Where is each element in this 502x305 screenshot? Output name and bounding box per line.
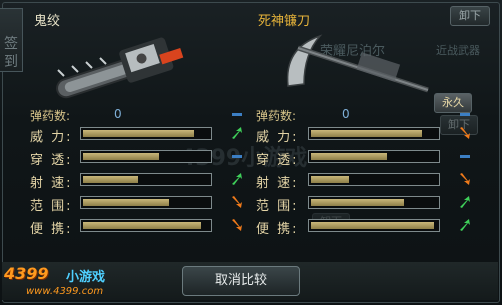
stat-bar-firerate-right xyxy=(308,173,440,186)
cancel-compare-button[interactable]: 取消比较 xyxy=(182,266,300,296)
stat-bar-firerate-left xyxy=(80,173,212,186)
arrow-up-icon xyxy=(460,219,470,231)
left-ammo-value: 0 xyxy=(114,107,122,121)
site-logo: 4399 小游戏 www.4399.com xyxy=(4,262,132,302)
right-ammo-label: 弹药数: xyxy=(256,109,297,123)
logo-url-text: www.4399.com xyxy=(26,286,104,297)
stat-fill xyxy=(311,199,404,206)
stat-fill xyxy=(311,176,349,183)
chainsaw-weapon-image xyxy=(56,37,184,99)
stat-label-penetration: 穿 透: xyxy=(30,153,73,168)
background-weapon-type: 近战武器 xyxy=(436,44,480,57)
scythe-weapon-image xyxy=(286,34,429,93)
stat-label-penetration-right: 穿 透: xyxy=(256,153,299,168)
dash-icon xyxy=(460,155,470,158)
stat-label-firerate: 射 速: xyxy=(30,176,73,191)
compare-panel: 签 到 鬼绞 荣耀尼泊尔 近战武器 死神镰刀 卸下 永久 卸下 卸下 4399小… xyxy=(0,0,502,305)
stat-fill xyxy=(311,222,434,229)
right-ammo-value: 0 xyxy=(342,107,350,121)
stat-label-portability: 便 携: xyxy=(30,222,73,237)
stat-label-range: 范 围: xyxy=(30,199,73,214)
arrow-down-icon xyxy=(460,127,470,139)
dash-icon xyxy=(232,155,242,158)
left-weapon-name: 鬼绞 xyxy=(34,14,61,29)
arrow-down-icon xyxy=(232,219,242,231)
checkin-tab-char-2: 到 xyxy=(4,54,18,70)
stat-fill xyxy=(83,199,169,206)
stat-label-firerate-right: 射 速: xyxy=(256,176,299,191)
right-weapon-name: 死神镰刀 xyxy=(258,14,311,29)
stat-fill xyxy=(83,130,194,137)
stat-bar-power-left xyxy=(80,127,212,140)
unequip-button[interactable]: 卸下 xyxy=(450,6,490,26)
stat-label-power: 威 力: xyxy=(30,130,73,145)
stat-bar-portability-right xyxy=(308,219,440,232)
checkin-tab[interactable]: 签 到 xyxy=(0,8,23,72)
stat-bar-portability-left xyxy=(80,219,212,232)
left-ammo-dash xyxy=(232,113,242,116)
stat-bar-penetration-left xyxy=(80,150,212,163)
stat-fill xyxy=(311,153,387,160)
stat-fill xyxy=(83,153,159,160)
stat-bar-range-left xyxy=(80,196,212,209)
stat-label-range-right: 范 围: xyxy=(256,199,299,214)
stat-fill xyxy=(311,130,422,137)
stat-bar-range-right xyxy=(308,196,440,209)
arrow-up-icon xyxy=(232,127,242,139)
stat-label-power-right: 威 力: xyxy=(256,130,299,145)
stat-fill xyxy=(83,222,201,229)
logo-main-text: 4399 xyxy=(4,264,49,283)
stat-bar-power-right xyxy=(308,127,440,140)
checkin-tab-char-1: 签 xyxy=(4,36,18,52)
left-ammo-label: 弹药数: xyxy=(30,109,71,123)
arrow-down-icon xyxy=(460,173,470,185)
logo-sub-text: 小游戏 xyxy=(66,270,106,285)
arrow-up-icon xyxy=(460,196,470,208)
arrow-up-icon xyxy=(232,173,242,185)
stat-fill xyxy=(83,176,138,183)
stat-label-portability-right: 便 携: xyxy=(256,222,299,237)
permanent-badge: 永久 xyxy=(434,93,472,113)
right-ammo-dash xyxy=(460,113,470,116)
stat-bar-penetration-right xyxy=(308,150,440,163)
arrow-down-icon xyxy=(232,196,242,208)
